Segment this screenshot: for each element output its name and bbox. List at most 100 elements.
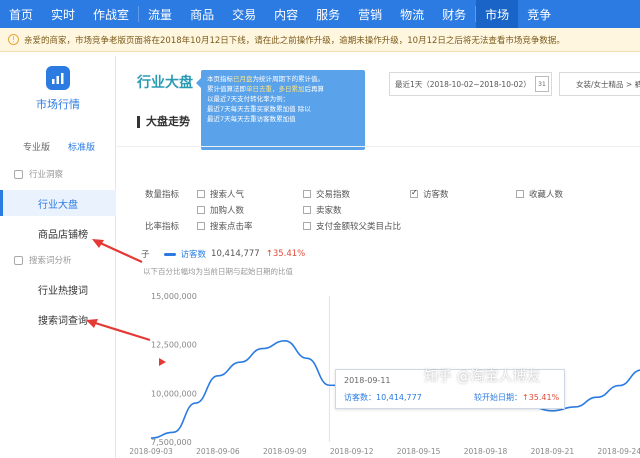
checkbox-search-popularity[interactable]: 搜索人气 [197,188,244,200]
nav-item-marketing[interactable]: 营销 [349,0,391,28]
legend-value: 10,414,777 [211,249,260,259]
tooltip-text: 累计值算法即 [207,85,246,93]
hover-value-label: 访客数： [344,393,376,402]
tooltip-text: 最近7天每天去重买家数累加值 除以 [207,105,311,113]
checkbox-label: 卖家数 [316,206,342,216]
document-icon [14,255,23,265]
legend-series-name[interactable]: 访客数 [181,248,207,260]
nav-item-market[interactable]: 市场 [476,0,519,28]
hover-value-number: 10,414,777 [376,393,422,402]
y-tick-label: 10,000,000 [151,389,197,398]
legend-line-icon [163,252,176,256]
checkbox-visitors[interactable]: 访客数 [410,188,449,200]
sidebar-group-label: 搜索词分析 [29,256,72,266]
nav-item-competition[interactable]: 竞争 [518,0,560,28]
y-tick-label: 7,500,000 [151,438,192,447]
sidebar-item-label: 行业热搜词 [38,285,88,297]
x-tick-label: 2018-09-18 [464,447,508,456]
app-root: 首页 实时 作战室 流量 商品 交易 内容 服务 营销 物流 财务 市场 竞争 … [0,0,640,458]
date-range-select[interactable]: 最近1天（2018-10-02~2018-10-02） 31 [389,72,552,96]
legend-change-value: 35.41% [272,249,306,259]
sidebar-group-industry: 行业洞察 [14,168,63,180]
nav-item-traffic[interactable]: 流量 [139,0,181,28]
tooltip-highlight: 单日去重，多日累加 [246,85,305,93]
sidebar-item-industry-overview[interactable]: 行业大盘 [0,190,116,216]
calendar-icon[interactable]: 31 [535,76,549,92]
ratio-metrics-label: 比率指标 [145,222,180,232]
date-range-value: 最近1天（2018-10-02~2018-10-02） [395,79,531,89]
nav-item-logistics[interactable]: 物流 [391,0,433,28]
checkbox-label: 搜索人气 [210,190,245,200]
checkbox-label: 支付金额较父类目占比 [316,222,402,232]
hover-compare: 较开始日期：↑35.41% [474,392,559,403]
tooltip-text: 后再算 [304,85,325,93]
checkbox-search-ctr[interactable]: 搜索点击率 [197,220,253,232]
checkbox-box[interactable] [197,190,205,198]
page-title: 行业大盘 [137,75,193,91]
checkbox-label: 访客数 [423,190,449,200]
y-tick-label: 12,500,000 [151,341,197,350]
divider [117,146,640,147]
sidebar-title: 市场行情 [36,98,80,111]
checkbox-label: 加购人数 [210,206,245,216]
tooltip-text: 以最近7天支付转化率为例： [207,95,290,103]
chart-note: 以下百分比幅均为当前日期与起始日期的比值 [143,267,293,276]
tooltip-text: 为统计周期下的累计值。 [252,75,325,83]
sidebar-item-product-shop-rank[interactable]: 商品店铺榜 [0,220,116,246]
checkbox-box[interactable] [516,190,524,198]
nav-item-warroom[interactable]: 作战室 [84,0,138,28]
checkbox-favorites[interactable]: 收藏人数 [516,188,563,200]
checkbox-box[interactable] [303,190,311,198]
checkbox-box[interactable] [303,222,311,230]
nav-item-content[interactable]: 内容 [265,0,307,28]
nav-item-home[interactable]: 首页 [0,0,42,28]
x-tick-label: 2018-09-06 [196,447,240,456]
hover-compare-label: 较开始日期： [474,393,522,402]
tooltip-text: 最近7天每天去重访客数累加值 [207,115,296,123]
checkbox-sellers[interactable]: 卖家数 [303,204,342,216]
nav-item-realtime[interactable]: 实时 [42,0,84,28]
nav-item-service[interactable]: 服务 [307,0,349,28]
checkbox-box[interactable] [303,206,311,214]
sidebar-item-label: 商品店铺榜 [38,229,88,241]
x-tick-label: 2018-09-09 [263,447,307,456]
hover-value: 访客数：10,414,777 [344,392,422,403]
top-nav: 首页 实时 作战室 流量 商品 交易 内容 服务 营销 物流 财务 市场 竞争 [0,0,640,28]
checkbox-box[interactable] [410,188,418,198]
legend-change: ↑35.41% [265,249,306,259]
checkbox-label: 收藏人数 [529,190,564,200]
tooltip-highlight: 已月盘 [233,75,253,83]
sidebar-item-hot-search[interactable]: 行业热搜词 [0,276,116,302]
nav-item-finance[interactable]: 财务 [433,0,475,28]
section-title: 大盘走势 [137,116,190,128]
checkbox-trade-index[interactable]: 交易指数 [303,188,350,200]
warning-icon: ! [8,34,19,45]
nav-item-product[interactable]: 商品 [181,0,223,28]
checkbox-label: 搜索点击率 [210,222,253,232]
chart-legend: 子 访客数 10,414,777 ↑35.41% [141,248,305,260]
metric-explanation-tooltip: 本页指标已月盘为统计周期下的累计值。 累计值算法即单日去重，多日累加后再算 以最… [196,70,365,150]
hover-compare-value: ↑35.41% [522,393,560,402]
visitors-line-chart: 15,000,00012,500,00010,000,0007,500,0002… [129,292,640,456]
market-logo-icon [46,66,70,90]
quantity-metrics-label: 数量指标 [145,190,180,200]
checkbox-add-cart[interactable]: 加购人数 [197,204,244,216]
watermark: 知乎 @淘宝人博友 [424,369,541,385]
category-select[interactable]: 女装/女士精品 > 裤 [559,72,640,96]
tab-standard-version[interactable]: 标准版 [59,140,104,156]
x-tick-label: 2018-09-24 [598,447,640,456]
hover-compare-number: 35.41% [528,393,560,402]
sidebar: 市场行情 专业版 标准版 行业洞察 行业大盘 商品店铺榜 搜索词分析 行业热搜词… [0,56,116,458]
upgrade-notice: ! 亲爱的商家，市场竞争老版页面将在2018年10月12日下线，请在此之前操作升… [0,28,640,52]
checkbox-box[interactable] [197,206,205,214]
tooltip-text: 本页指标 [207,75,233,83]
checkbox-label: 交易指数 [316,190,351,200]
nav-item-trade[interactable]: 交易 [223,0,265,28]
sidebar-item-label: 行业大盘 [38,199,78,211]
checkbox-box[interactable] [197,222,205,230]
tab-pro-version[interactable]: 专业版 [14,140,59,156]
sidebar-item-search-query[interactable]: 搜索词查询 [0,306,116,332]
version-tabs: 专业版 标准版 [14,140,104,156]
category-value: 女装/女士精品 > 裤 [576,79,640,89]
checkbox-pay-share[interactable]: 支付金额较父类目占比 [303,220,401,232]
